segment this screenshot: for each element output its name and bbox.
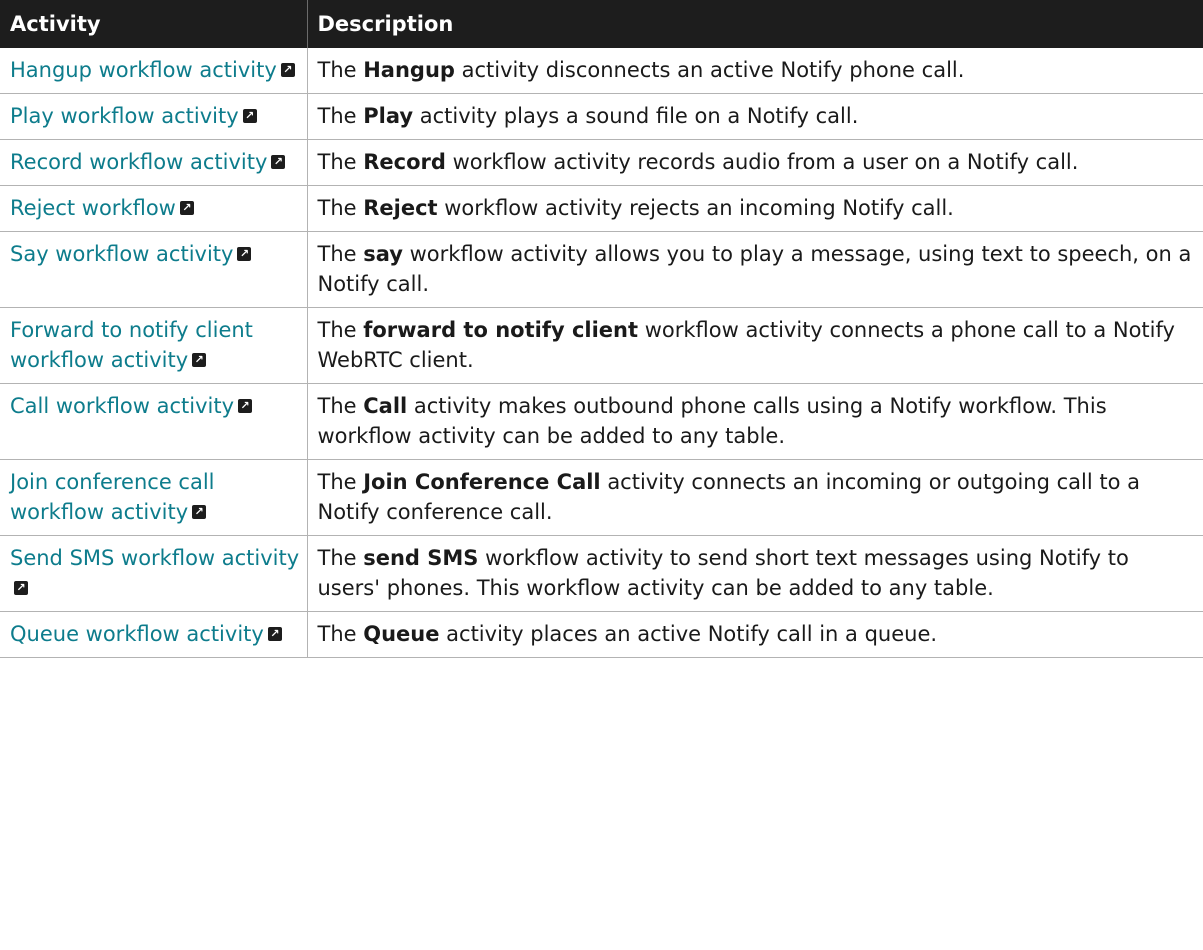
table-row: Call workflow activity ↗ The Call activit… [0, 383, 1203, 460]
activity-link[interactable]: Record workflow activity [10, 150, 267, 174]
description-prefix: The [317, 58, 364, 82]
external-link-icon[interactable]: ↗ [267, 626, 282, 641]
description-keyword: Record [363, 150, 446, 174]
table-row: Queue workflow activity ↗ The Queue activ… [0, 611, 1203, 658]
description-keyword: Hangup [363, 58, 455, 82]
activity-link[interactable]: Call workflow activity [10, 394, 234, 418]
description-prefix: The [317, 394, 364, 418]
description-text: workflow activity allows you to play a m… [317, 242, 1192, 296]
description-text: activity places an active Notify call in… [439, 622, 938, 646]
description-cell: The Reject workflow activity rejects an … [306, 185, 1203, 232]
description-prefix: The [317, 318, 364, 342]
table-row: Say workflow activity ↗ The say workflow … [0, 231, 1203, 308]
description-text: activity makes outbound phone calls usin… [317, 394, 1107, 448]
header-row: Activity Description [0, 0, 1203, 48]
description-cell: The Record workflow activity records aud… [306, 139, 1203, 186]
description-text: workflow activity rejects an incoming No… [437, 196, 954, 220]
table-row: Record workflow activity ↗ The Record wor… [0, 139, 1203, 186]
activity-link[interactable]: Forward to notify client workflow activi… [10, 318, 253, 372]
activity-cell[interactable]: Hangup workflow activity ↗ [0, 48, 307, 94]
description-cell: The forward to notify client workflow ac… [306, 307, 1203, 384]
description-keyword: Play [363, 104, 414, 128]
activity-cell[interactable]: Play workflow activity ↗ [0, 93, 307, 140]
table-row: Forward to notify client workflow activi… [0, 307, 1203, 384]
description-keyword: Join Conference Call [363, 470, 601, 494]
external-link-icon[interactable]: ↗ [179, 200, 194, 215]
external-link-icon[interactable]: ↗ [237, 246, 252, 261]
description-cell: The Hangup activity disconnects an activ… [306, 48, 1203, 94]
description-keyword: Call [363, 394, 408, 418]
activity-cell[interactable]: Record workflow activity ↗ [0, 139, 307, 186]
description-text: activity disconnects an active Notify ph… [454, 58, 965, 82]
table-row: Play workflow activity ↗ The Play activit… [0, 93, 1203, 140]
description-prefix: The [317, 104, 364, 128]
table-row: Send SMS workflow activity ↗ The send SMS… [0, 535, 1203, 612]
activity-link[interactable]: Queue workflow activity [10, 622, 264, 646]
description-prefix: The [317, 242, 364, 266]
external-link-icon[interactable]: ↗ [192, 352, 207, 367]
description-cell: The Call activity makes outbound phone c… [306, 383, 1203, 460]
description-prefix: The [317, 546, 364, 570]
description-cell: The Join Conference Call activity connec… [306, 459, 1203, 536]
description-prefix: The [317, 622, 364, 646]
activity-cell[interactable]: Call workflow activity ↗ [0, 383, 307, 460]
external-link-icon[interactable]: ↗ [271, 154, 286, 169]
activity-link[interactable]: Hangup workflow activity [10, 58, 277, 82]
header-activity: Activity [0, 0, 308, 48]
external-link-icon[interactable]: ↗ [14, 580, 28, 595]
header-description: Description [307, 0, 1203, 48]
description-cell: The Queue activity places an active Noti… [306, 611, 1203, 658]
description-keyword: send SMS [363, 546, 479, 570]
activity-cell[interactable]: Send SMS workflow activity ↗ [0, 535, 307, 612]
table-header: Activity Description [0, 0, 1203, 48]
description-keyword: forward to notify client [363, 318, 639, 342]
external-link-icon[interactable]: ↗ [238, 398, 253, 413]
description-prefix: The [317, 150, 364, 174]
external-link-icon[interactable]: ↗ [242, 108, 257, 123]
activity-cell[interactable]: Forward to notify client workflow activi… [0, 307, 307, 384]
activity-cell[interactable]: Say workflow activity ↗ [0, 231, 307, 308]
description-cell: The Play activity plays a sound file on … [306, 93, 1203, 140]
table-row: Reject workflow ↗ The Reject workflow act… [0, 185, 1203, 232]
table-body: Hangup workflow activity ↗ The Hangup act… [0, 48, 1203, 658]
activity-link[interactable]: Say workflow activity [10, 242, 233, 266]
description-prefix: The [317, 196, 364, 220]
description-keyword: Queue [363, 622, 440, 646]
activity-cell[interactable]: Join conference call workflow activity ↗ [0, 459, 307, 536]
activity-link[interactable]: Join conference call workflow activity [10, 470, 215, 524]
description-text: workflow activity records audio from a u… [445, 150, 1079, 174]
external-link-icon[interactable]: ↗ [192, 504, 207, 519]
activity-link[interactable]: Play workflow activity [10, 104, 239, 128]
description-prefix: The [317, 470, 364, 494]
table-row: Join conference call workflow activity ↗ … [0, 459, 1203, 536]
activity-link[interactable]: Send SMS workflow activity [10, 546, 299, 570]
description-cell: The say workflow activity allows you to … [306, 231, 1203, 308]
activities-table: Activity Description Hangup workflow act… [0, 0, 1203, 658]
description-keyword: Reject [363, 196, 438, 220]
description-cell: The send SMS workflow activity to send s… [306, 535, 1203, 612]
activity-cell[interactable]: Queue workflow activity ↗ [0, 611, 307, 658]
activity-cell[interactable]: Reject workflow ↗ [0, 185, 307, 232]
description-keyword: say [363, 242, 403, 266]
external-link-icon[interactable]: ↗ [280, 62, 295, 77]
table-row: Hangup workflow activity ↗ The Hangup act… [0, 48, 1203, 94]
description-text: activity plays a sound file on a Notify … [413, 104, 859, 128]
activity-link[interactable]: Reject workflow [10, 196, 176, 220]
